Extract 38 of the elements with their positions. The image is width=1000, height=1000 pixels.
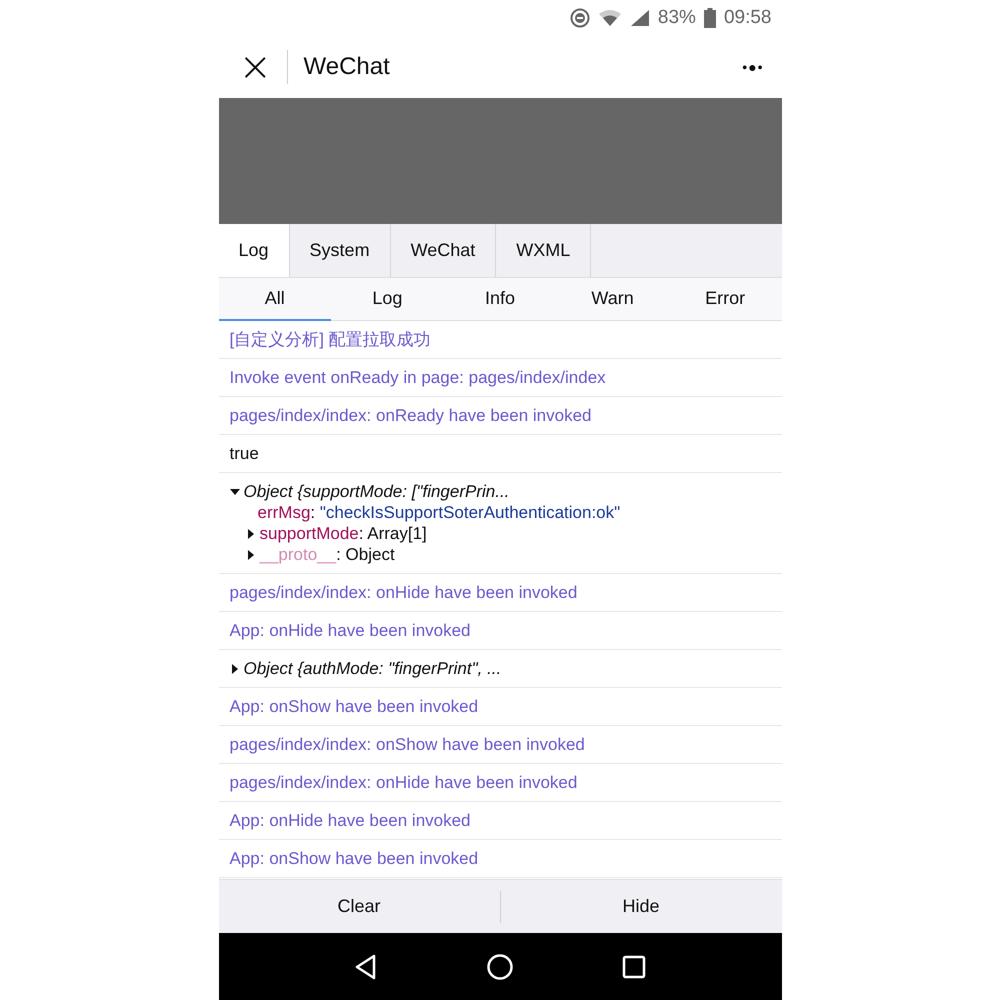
log-message: true (230, 443, 260, 464)
battery-icon (704, 8, 716, 28)
console-button[interactable]: Hide (500, 880, 782, 933)
log-message: pages/index/index: onShow have been invoked (230, 734, 586, 755)
do-not-disturb-icon (570, 8, 590, 28)
expand-triangle-icon[interactable] (246, 550, 256, 560)
signal-icon (630, 8, 650, 26)
window-title: WeChat (304, 52, 391, 80)
log-message: App: onHide have been invoked (230, 810, 472, 831)
collapse-triangle-icon[interactable] (230, 486, 240, 496)
log-message: Invoke event onReady in page: pages/index/index (230, 367, 607, 388)
expand-triangle-icon[interactable] (246, 528, 256, 538)
filter-tab[interactable]: Info (444, 278, 556, 321)
log-message: pages/index/index: onHide have been invoked (230, 582, 578, 603)
log-message: App: onShow have been invoked (230, 696, 480, 717)
battery-percentage: 83% (658, 6, 696, 28)
log-message: App: onShow have been invoked (230, 848, 480, 869)
close-button[interactable]: × (238, 46, 266, 86)
clock-time: 09:58 (724, 6, 772, 28)
filter-tab[interactable]: All (218, 278, 332, 321)
filter-tab[interactable]: Log (331, 278, 444, 321)
home-icon[interactable] (486, 952, 514, 980)
tab[interactable]: Log (218, 224, 290, 277)
object-summary[interactable]: Object {authMode: "fingerPrint", ... (244, 658, 502, 679)
filter-tab[interactable]: Warn (556, 278, 669, 321)
log-message: pages/index/index: onReady have been invoked (230, 405, 592, 426)
log-message: [自定义分析] 配置拉取成功 (230, 329, 432, 350)
log-message: App: onHide have been invoked (230, 620, 472, 641)
wifi-icon (598, 8, 622, 26)
log-message: pages/index/index: onHide have been invoked (230, 772, 578, 793)
more-button[interactable]: •●• (742, 58, 764, 74)
filter-tab[interactable]: Error (668, 278, 782, 321)
object-summary[interactable]: Object {supportMode: ["fingerPrin... (244, 481, 510, 502)
object-property: errMsg: "checkIsSupportSoterAuthentication:ok" (258, 502, 620, 523)
object-property: supportMode: Array[1] (260, 523, 427, 544)
expand-triangle-icon[interactable] (230, 664, 240, 674)
console-button[interactable]: Clear (218, 880, 500, 933)
object-property: __proto__: Object (260, 544, 395, 565)
